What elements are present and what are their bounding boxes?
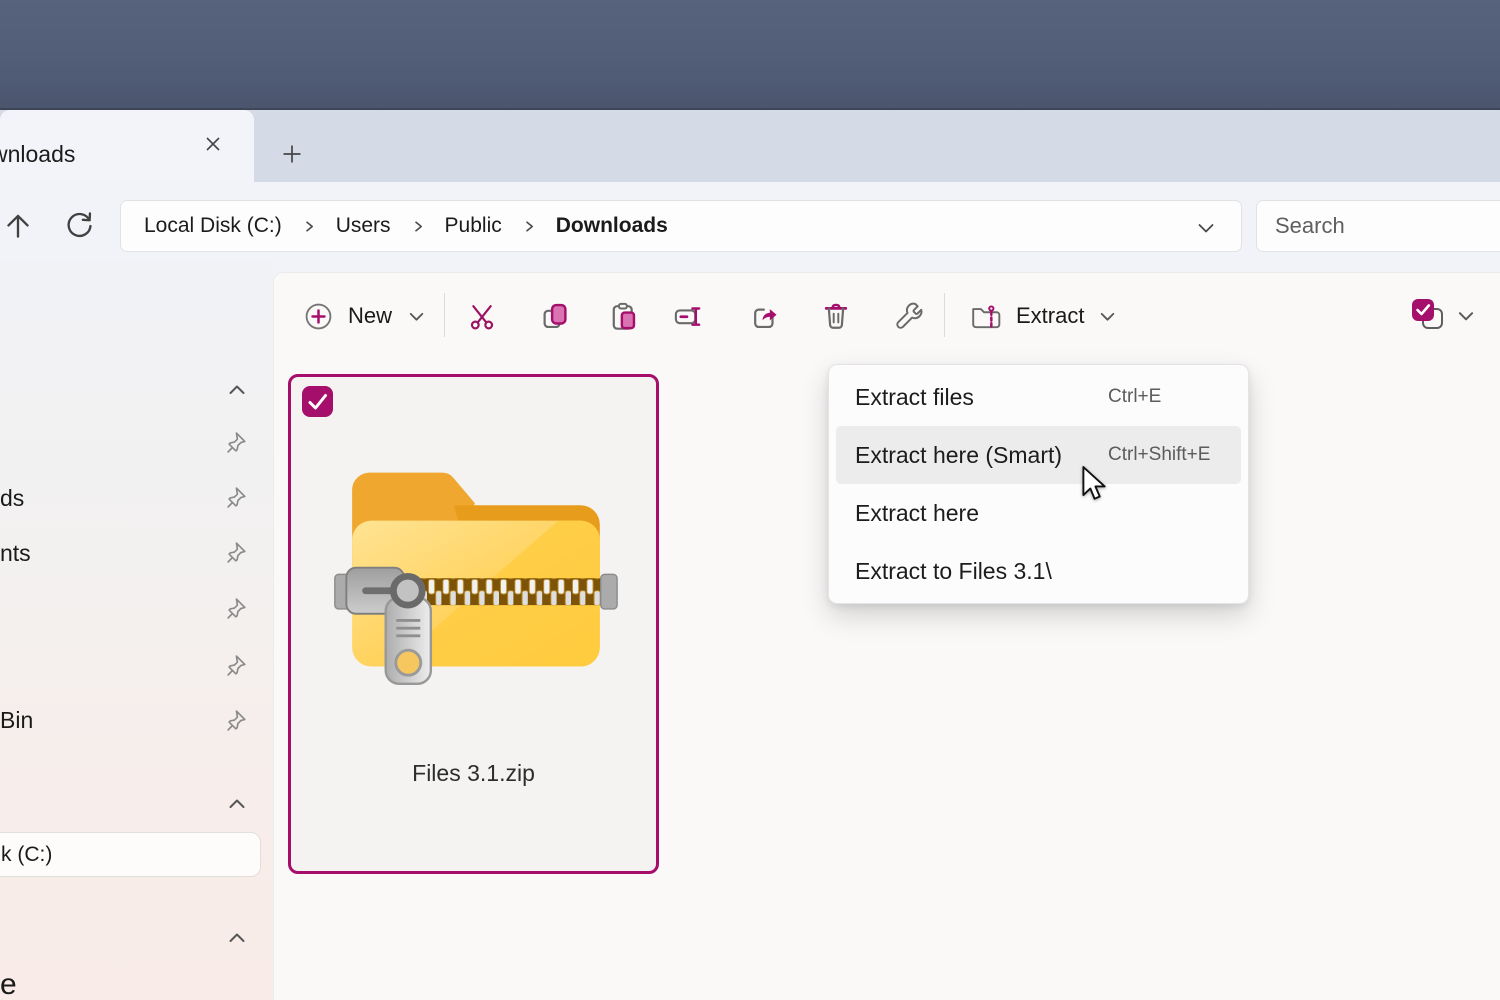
paste-button[interactable] [601,294,645,338]
new-button-label: New [348,303,392,329]
file-name: Files 3.1.zip [291,760,656,787]
menu-item-label: Extract files [855,384,974,411]
desktop-wallpaper [0,0,1500,110]
chevron-up-icon[interactable] [224,377,250,403]
menu-item-extract-here[interactable]: Extract here [836,484,1241,542]
breadcrumb-item-users[interactable]: Users [330,214,397,238]
file-checkbox[interactable] [302,386,333,417]
refresh-icon[interactable] [58,205,100,247]
menu-item-label: Extract to Files 3.1\ [855,558,1052,585]
chevron-down-icon [1098,307,1117,326]
menu-shortcut: Ctrl+E [1108,386,1161,408]
drive-label: k (C:) [0,843,52,867]
search-box [1256,200,1500,252]
file-card-zip[interactable]: Files 3.1.zip [288,374,659,874]
breadcrumb-chevron-icon [397,219,439,234]
selection-options-button[interactable] [1410,297,1484,335]
sidebar-item-bottom[interactable]: e [0,968,17,1000]
sidebar-item-recycle-bin[interactable]: Bin [0,707,33,734]
breadcrumb-item-drive[interactable]: Local Disk (C:) [138,214,288,238]
new-button[interactable]: New [294,290,444,342]
breadcrumb-chevron-icon [508,219,550,234]
pin-icon[interactable] [224,652,250,678]
rename-button[interactable] [665,294,709,338]
toolbar-divider [944,293,945,337]
search-input[interactable] [1257,201,1500,251]
cursor-arrow-icon [1080,466,1110,504]
menu-item-extract-here-smart[interactable]: Extract here (Smart) Ctrl+Shift+E [836,426,1241,484]
delete-icon [821,301,851,331]
copy-icon [540,301,570,331]
paste-icon [608,301,638,331]
checkmark-icon [302,386,333,417]
extract-menu: Extract files Ctrl+E Extract here (Smart… [828,364,1249,604]
tools-button[interactable] [885,294,929,338]
menu-item-label: Extract here (Smart) [855,442,1062,469]
zip-folder-icon [331,434,619,686]
tab-downloads[interactable]: wnloads [0,110,254,182]
delete-button[interactable] [814,294,858,338]
cut-icon [467,301,497,331]
pin-icon[interactable] [224,429,250,455]
menu-item-extract-to-folder[interactable]: Extract to Files 3.1\ [836,542,1241,600]
breadcrumb-item-downloads[interactable]: Downloads [550,214,674,238]
breadcrumb-chevron-icon [288,219,330,234]
share-icon [750,301,780,331]
pin-icon[interactable] [224,707,250,733]
select-all-icon [1410,298,1446,334]
menu-item-label: Extract here [855,500,979,527]
rename-icon [672,301,703,332]
menu-item-extract-files[interactable]: Extract files Ctrl+E [836,368,1241,426]
pin-icon[interactable] [224,484,250,510]
cut-button[interactable] [460,294,504,338]
content-panel: New [273,272,1500,1000]
close-icon[interactable] [196,127,230,161]
pin-icon[interactable] [224,539,250,565]
sidebar-item-local-disk[interactable]: k (C:) [0,832,261,877]
extract-button[interactable]: Extract [962,293,1118,339]
share-button[interactable] [743,294,787,338]
plus-circle-icon [304,302,333,331]
sidebar: ds nts Bin k (C:) e [0,262,273,1000]
sidebar-item-downloads[interactable]: ds [0,485,24,512]
chevron-down-icon [407,307,426,326]
toolbar-divider [444,293,445,337]
menu-shortcut: Ctrl+Shift+E [1108,444,1210,466]
new-tab-icon[interactable] [276,138,308,170]
pin-icon[interactable] [224,595,250,621]
chevron-down-icon[interactable] [1195,217,1217,239]
tab-title: wnloads [0,141,75,168]
chevron-up-icon[interactable] [224,925,250,951]
extract-folder-icon [970,302,1002,330]
sidebar-item-documents[interactable]: nts [0,540,31,567]
chevron-up-icon[interactable] [224,791,250,817]
tab-bar: wnloads [0,110,1500,182]
up-arrow-icon[interactable] [0,205,39,247]
breadcrumb-item-public[interactable]: Public [439,214,508,238]
extract-button-label: Extract [1016,303,1084,329]
copy-button[interactable] [533,294,577,338]
chevron-down-icon [1456,306,1476,326]
breadcrumb: Local Disk (C:) Users Public Downloads [120,200,1242,252]
tools-icon [892,301,923,332]
files-app-window: wnloads Local Disk (C:) Users Public [0,0,1500,1000]
